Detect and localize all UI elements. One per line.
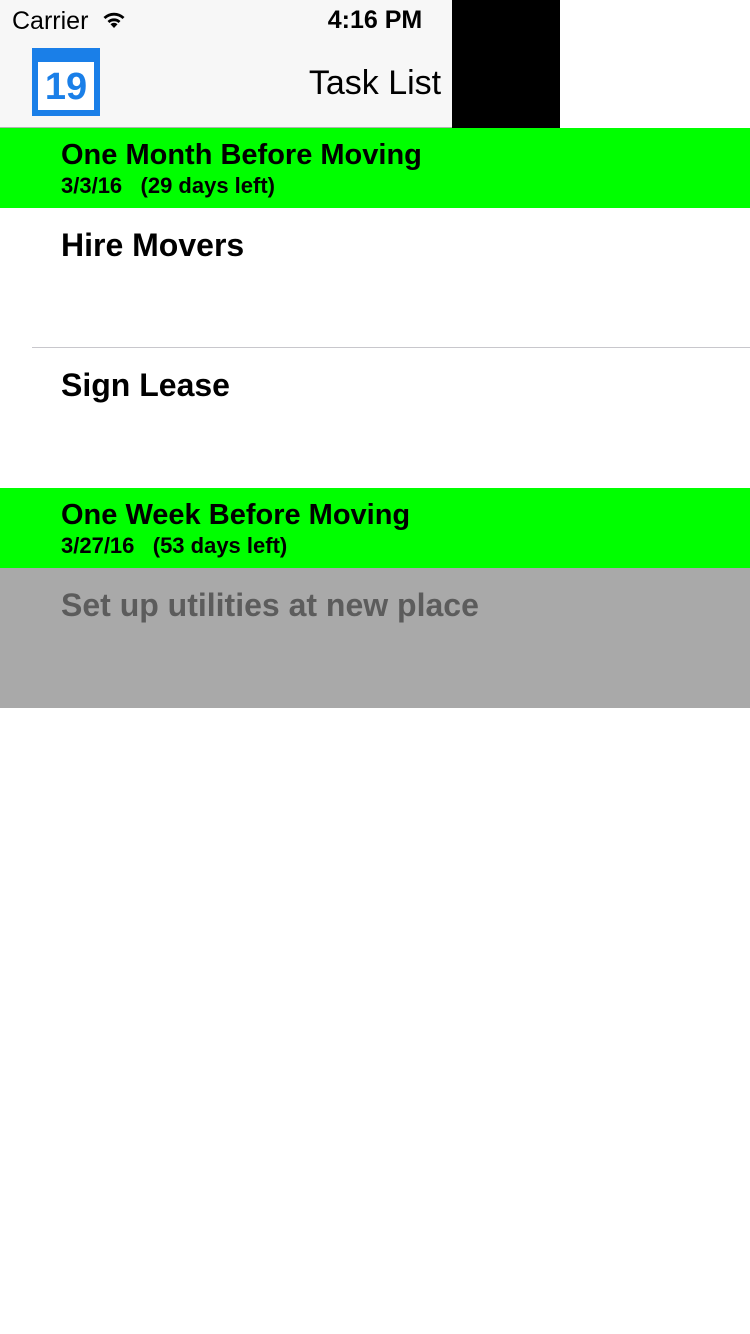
task-title: Sign Lease	[61, 367, 230, 403]
task-row[interactable]: Hire Movers	[0, 208, 750, 348]
task-row-completed[interactable]: Set up utilities at new place	[0, 568, 750, 708]
task-list: One Month Before Moving 3/3/16 (29 days …	[0, 128, 750, 708]
section-date: 3/3/16 (29 days left)	[61, 173, 275, 198]
section-date: 3/27/16 (53 days left)	[61, 533, 288, 558]
section-header: One Month Before Moving 3/3/16 (29 days …	[0, 128, 750, 208]
task-title: Set up utilities at new place	[61, 587, 479, 623]
white-overlay-block	[560, 0, 750, 128]
black-overlay-block	[452, 0, 560, 128]
section-title: One Month Before Moving	[61, 139, 422, 171]
section-title: One Week Before Moving	[61, 499, 411, 531]
section-header: One Week Before Moving 3/27/16 (53 days …	[0, 488, 750, 568]
task-title: Hire Movers	[61, 227, 245, 263]
screen: Carrier 4:16 PM 19 Task List One Month B…	[0, 0, 750, 1334]
task-row[interactable]: Sign Lease	[0, 348, 750, 488]
